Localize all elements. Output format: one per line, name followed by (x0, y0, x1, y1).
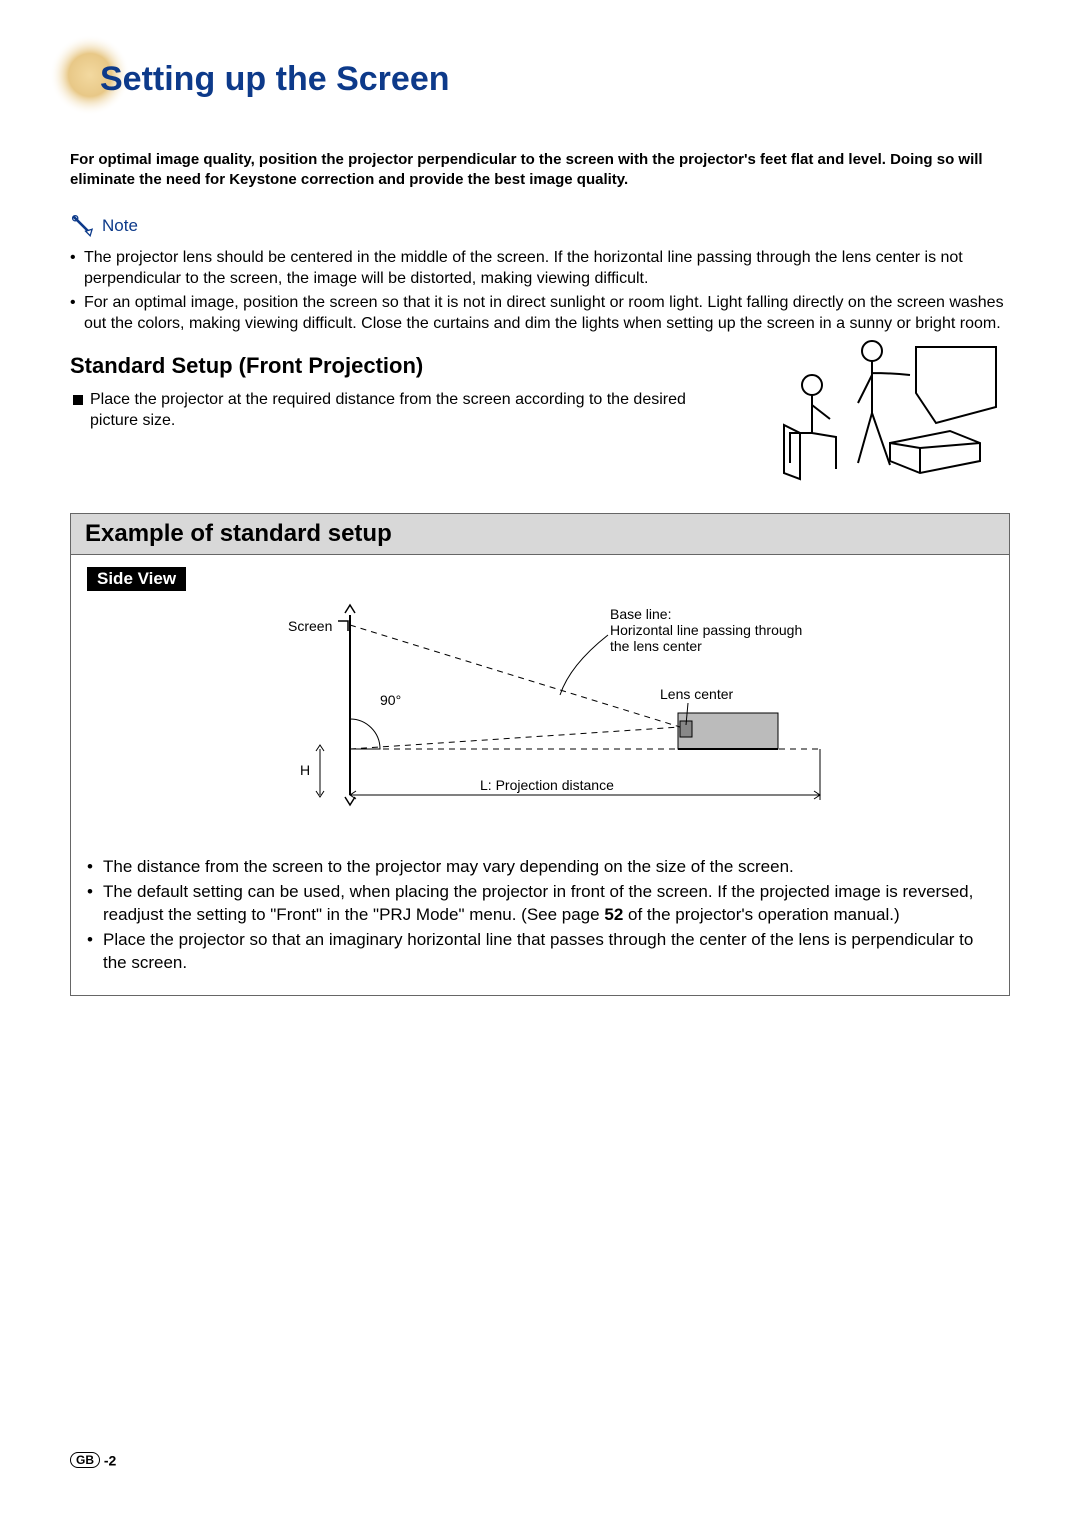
projection-illustration (750, 333, 1010, 493)
side-view-badge: Side View (87, 567, 186, 591)
diagram-label-screen: Screen (288, 618, 332, 634)
language-badge: GB (70, 1452, 100, 1468)
diagram-label-angle: 90° (380, 692, 401, 708)
example-box: Example of standard setup Side View Scre… (70, 513, 1010, 996)
note-label: Note (102, 216, 138, 236)
list-item: Place the projector at the required dist… (70, 389, 720, 432)
list-item: For an optimal image, position the scree… (70, 292, 1010, 335)
diagram-label-base1: Base line: (610, 606, 671, 622)
intro-paragraph: For optimal image quality, position the … (70, 150, 1010, 191)
diagram-label-l: L: Projection distance (480, 777, 614, 793)
standard-setup-heading: Standard Setup (Front Projection) (70, 353, 720, 379)
list-item: The projector lens should be centered in… (70, 247, 1010, 290)
page-footer: GB -2 (70, 1451, 116, 1468)
diagram-label-h: H (300, 762, 310, 778)
list-item: The default setting can be used, when pl… (87, 881, 993, 927)
diagram-label-base2: Horizontal line passing through (610, 622, 802, 638)
diagram-label-base3: the lens center (610, 638, 702, 654)
page-number: -2 (104, 1452, 116, 1468)
note-bullet-list: The projector lens should be centered in… (70, 247, 1010, 335)
note-icon (70, 213, 96, 239)
example-bullet-list: The distance from the screen to the proj… (87, 856, 993, 975)
diagram-label-lens: Lens center (660, 686, 733, 702)
example-heading: Example of standard setup (71, 514, 1009, 555)
side-view-diagram: Screen 90° (180, 595, 900, 835)
list-item: Place the projector so that an imaginary… (87, 929, 993, 975)
page-title: Setting up the Screen (100, 60, 450, 99)
list-item: The distance from the screen to the proj… (87, 856, 993, 879)
